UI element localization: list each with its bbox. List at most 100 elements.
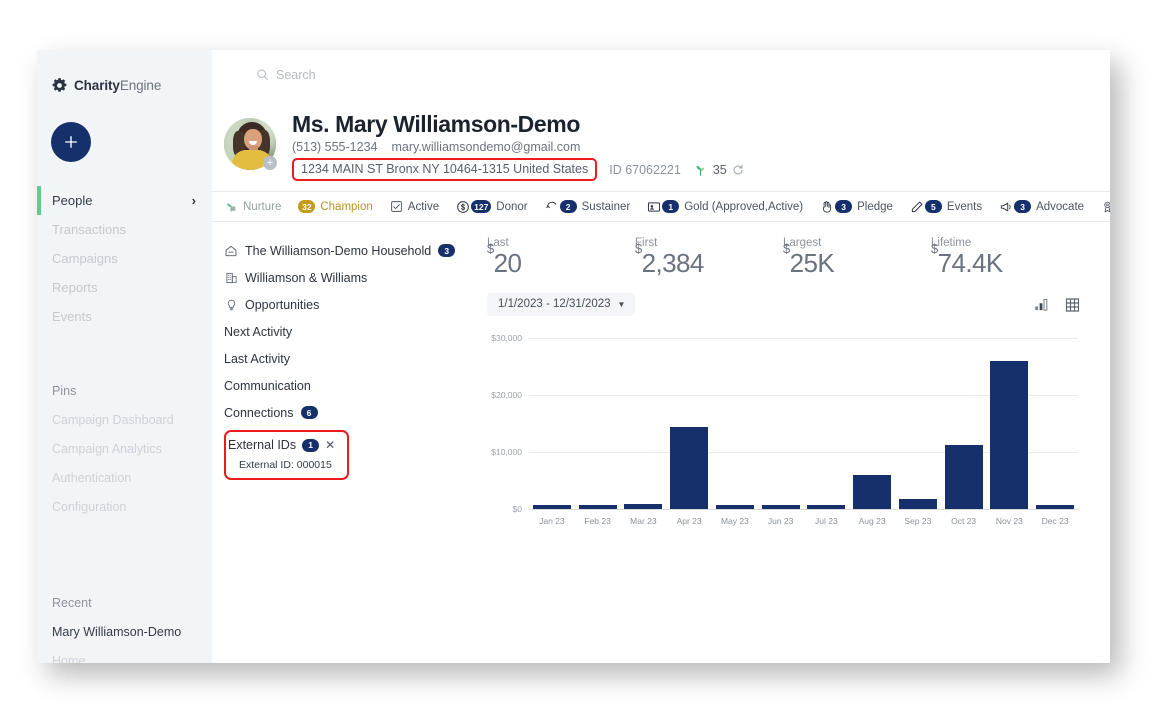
stat-value: $74.4K bbox=[931, 242, 1079, 276]
x-axis-tick: Sep 23 bbox=[904, 516, 932, 527]
sidebar-pin-campaign-dashboard[interactable]: Campaign Dashboard bbox=[37, 405, 212, 434]
badge-count: 1 bbox=[662, 200, 680, 214]
phone-link[interactable]: (513) 555-1234 bbox=[292, 140, 377, 154]
card-icon bbox=[648, 202, 661, 212]
sidebar-item-transactions[interactable]: Transactions bbox=[37, 215, 212, 244]
chart-bar[interactable] bbox=[578, 505, 617, 510]
email-link[interactable]: mary.williamsondemo@gmail.com bbox=[391, 140, 580, 154]
badge-sustainer[interactable]: 2 Sustainer bbox=[545, 200, 630, 214]
badge-nurture[interactable]: Nurture bbox=[224, 200, 281, 213]
link-household[interactable]: The Williamson-Demo Household 3 bbox=[224, 237, 472, 264]
chart-bar-slot: Nov 23 bbox=[987, 338, 1033, 526]
y-axis-tick: $10,000 bbox=[491, 447, 522, 458]
grid-icon[interactable] bbox=[1064, 297, 1081, 313]
chart-bar[interactable] bbox=[853, 474, 892, 510]
external-ids-count: 1 bbox=[302, 438, 320, 452]
badge-label: Donor bbox=[496, 200, 528, 213]
chart-bar[interactable] bbox=[1036, 505, 1075, 510]
engagement-score[interactable]: 35 bbox=[693, 163, 744, 177]
chart-bar[interactable] bbox=[715, 505, 754, 510]
avatar[interactable]: + bbox=[224, 118, 277, 170]
x-axis-tick: Nov 23 bbox=[995, 516, 1023, 527]
sidebar-item-label: Reports bbox=[52, 280, 98, 295]
refresh-icon[interactable] bbox=[732, 164, 744, 176]
sidebar-item-label: People bbox=[52, 193, 93, 208]
badge-label: Champion bbox=[320, 200, 373, 213]
sidebar-pin-campaign-analytics[interactable]: Campaign Analytics bbox=[37, 434, 212, 463]
link-organization[interactable]: Williamson & Williams bbox=[224, 264, 472, 291]
checkbox-icon bbox=[390, 201, 402, 213]
link-label: The Williamson-Demo Household bbox=[245, 243, 432, 258]
search-placeholder: Search bbox=[276, 67, 316, 82]
add-button[interactable] bbox=[51, 122, 91, 162]
sidebar-pin-configuration[interactable]: Configuration bbox=[37, 492, 212, 521]
currency-symbol: $ bbox=[783, 240, 790, 256]
bar-chart-icon[interactable] bbox=[1033, 297, 1050, 312]
external-id-value: External ID: 000015 bbox=[239, 459, 332, 472]
badge-donor[interactable]: 127 Donor bbox=[456, 200, 528, 214]
badge-pledge[interactable]: 3 Pledge bbox=[820, 200, 893, 214]
chevron-right-icon: › bbox=[191, 193, 196, 208]
date-range-select[interactable]: 1/1/2023 - 12/31/2023 ▼ bbox=[487, 293, 636, 317]
sidebar-item-campaigns[interactable]: Campaigns bbox=[37, 244, 212, 273]
search-icon bbox=[257, 69, 268, 80]
sidebar-recent-home[interactable]: Home bbox=[37, 646, 212, 664]
sidebar-item-people[interactable]: People › bbox=[37, 186, 212, 215]
badge-count: 127 bbox=[471, 200, 492, 214]
profile-info: Ms. Mary Williamson-Demo (513) 555-1234 … bbox=[292, 108, 744, 182]
badge-label: Events bbox=[946, 200, 983, 213]
chart-bar[interactable] bbox=[807, 505, 846, 510]
x-axis-tick: Jan 23 bbox=[539, 516, 565, 527]
chart-bar-slot: May 23 bbox=[712, 338, 758, 526]
chart-bar-slot: Mar 23 bbox=[621, 338, 667, 526]
giving-summary-panel: Last $20 First $2,384 Largest $25K Lifet… bbox=[472, 237, 1110, 533]
chart-bar-slot: Apr 23 bbox=[666, 338, 712, 526]
chart-bar[interactable] bbox=[532, 505, 571, 510]
badge-events[interactable]: 5 Events bbox=[910, 200, 982, 214]
sidebar-item-reports[interactable]: Reports bbox=[37, 273, 212, 302]
chart-bar[interactable] bbox=[944, 445, 983, 510]
x-axis-tick: Aug 23 bbox=[858, 516, 886, 527]
link-count: 3 bbox=[438, 244, 456, 258]
building-icon bbox=[224, 271, 238, 285]
badge-count: 3 bbox=[835, 200, 853, 214]
search-input[interactable]: Search bbox=[256, 68, 316, 82]
external-ids-header[interactable]: External IDs 1 ✕ bbox=[226, 435, 347, 455]
link-next-activity[interactable]: Next Activity bbox=[224, 318, 472, 345]
gear-icon bbox=[52, 77, 67, 92]
pins-header: Pins bbox=[52, 384, 77, 398]
sidebar-recent-mary-williamson-demo[interactable]: Mary Williamson-Demo bbox=[37, 617, 212, 646]
link-opportunities[interactable]: Opportunities bbox=[224, 291, 472, 318]
chart-bar[interactable] bbox=[990, 360, 1029, 510]
link-last-activity[interactable]: Last Activity bbox=[224, 345, 472, 372]
avatar-add-photo-icon[interactable]: + bbox=[263, 156, 277, 170]
home-icon bbox=[224, 244, 238, 258]
chart-bar[interactable] bbox=[670, 426, 709, 510]
chart-bar[interactable] bbox=[624, 504, 663, 510]
link-connections[interactable]: Connections 6 bbox=[224, 399, 472, 426]
brand-name-bold: Charity bbox=[74, 77, 120, 93]
y-axis-tick: $20,000 bbox=[491, 390, 522, 401]
badge-active[interactable]: Active bbox=[390, 200, 439, 213]
badge-demo-account[interactable]: Demo Account bbox=[1101, 200, 1110, 214]
chart-bar[interactable] bbox=[761, 505, 800, 510]
brand-logo-area[interactable]: CharityEngine bbox=[37, 68, 212, 98]
link-communication[interactable]: Communication bbox=[224, 372, 472, 399]
chart-bar-slot: Jan 23 bbox=[529, 338, 575, 526]
stat-largest: Largest $25K bbox=[783, 237, 931, 276]
chart-bar[interactable] bbox=[898, 499, 937, 510]
close-icon[interactable]: ✕ bbox=[325, 438, 335, 452]
link-label: Communication bbox=[224, 378, 311, 393]
badge-advocate[interactable]: 3 Advocate bbox=[999, 200, 1084, 214]
badge-champion[interactable]: 32 Champion bbox=[298, 200, 373, 214]
stat-first: First $2,384 bbox=[635, 237, 783, 276]
badge-gold[interactable]: 1 Gold (Approved,Active) bbox=[647, 200, 803, 214]
sidebar-pin-authentication[interactable]: Authentication bbox=[37, 463, 212, 492]
record-links-panel: The Williamson-Demo Household 3 Williams… bbox=[212, 237, 472, 533]
address-field[interactable]: 1234 MAIN ST Bronx NY 10464-1315 United … bbox=[292, 158, 598, 182]
profile-header: + Ms. Mary Williamson-Demo (513) 555-123… bbox=[212, 99, 1110, 182]
chart-bar-slot: Oct 23 bbox=[941, 338, 987, 526]
sidebar-item-events[interactable]: Events bbox=[37, 302, 212, 331]
